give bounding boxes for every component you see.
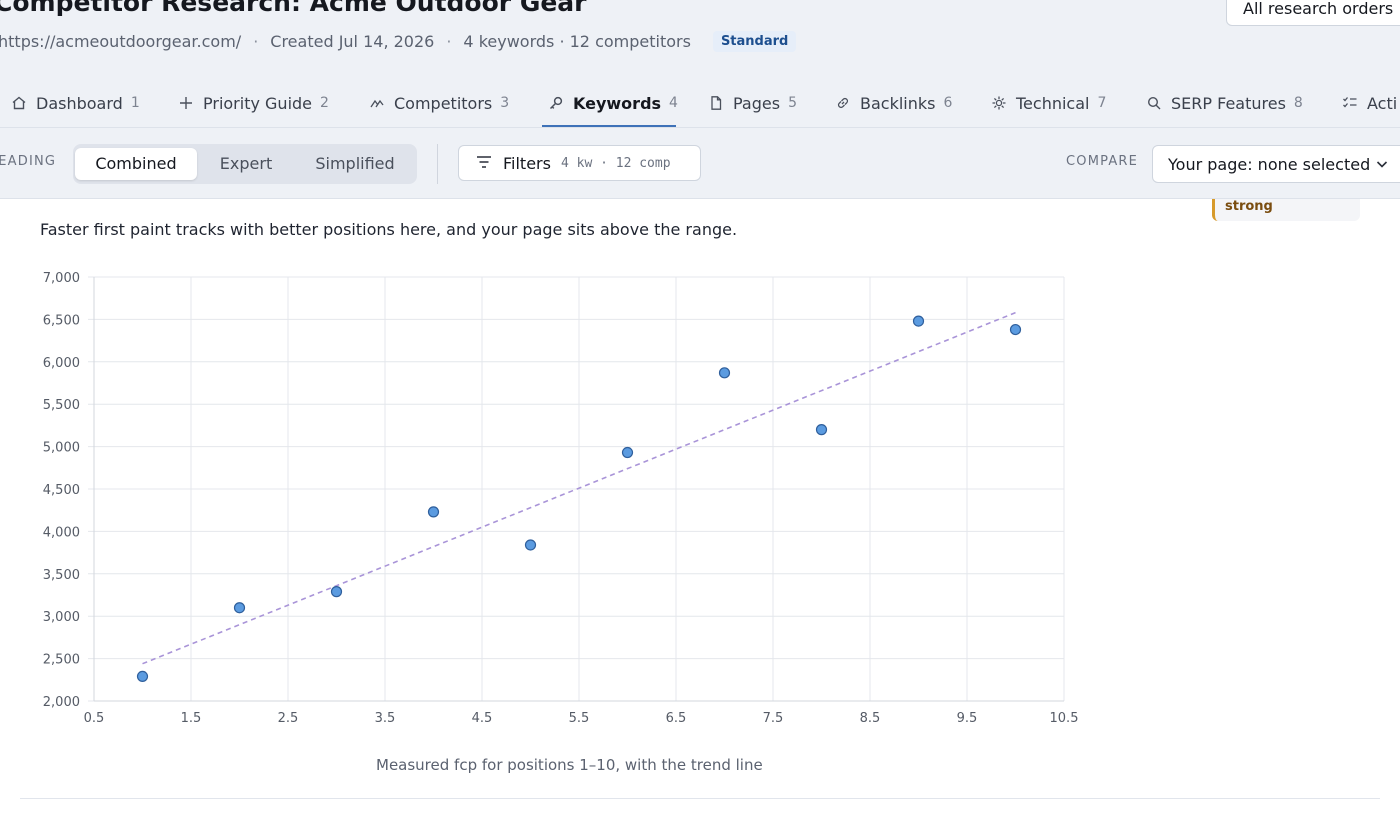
y-tick-label: 7,000 bbox=[43, 271, 80, 286]
data-point bbox=[912, 315, 925, 327]
tab-dashboard[interactable]: Dashboard 1 bbox=[10, 80, 140, 126]
filters-button[interactable]: Filters 4 kw · 12 comp bbox=[458, 145, 701, 181]
x-tick-label: 5.5 bbox=[569, 711, 590, 726]
data-point bbox=[427, 506, 440, 518]
reading-label: READING bbox=[0, 154, 57, 169]
x-tick-label: 1.5 bbox=[181, 711, 202, 726]
strength-chip: strong bbox=[1212, 199, 1360, 221]
x-tick-label: 3.5 bbox=[375, 711, 396, 726]
data-point bbox=[330, 586, 343, 598]
tab-technical[interactable]: Technical 7 bbox=[990, 80, 1106, 126]
tab-number: 6 bbox=[943, 95, 953, 111]
key-icon bbox=[547, 94, 565, 112]
link-icon bbox=[834, 94, 852, 112]
data-point bbox=[524, 539, 537, 551]
tab-number: 5 bbox=[788, 95, 797, 111]
x-tick-label: 7.5 bbox=[763, 711, 784, 726]
tab-backlinks[interactable]: Backlinks 6 bbox=[834, 80, 952, 126]
tab-number: 8 bbox=[1293, 95, 1303, 111]
reading-mode-expert[interactable]: Expert bbox=[197, 148, 295, 180]
fcp-scatter-chart: 0.5 1.5 2.5 3.5 4.5 5.5 6.5 7.5 8.5 9.5 10.5 2,000 2… bbox=[43, 271, 1079, 726]
tab-number: 1 bbox=[130, 95, 140, 111]
tab-label: SERP Features bbox=[1171, 93, 1286, 113]
reading-mode-simplified[interactable]: Simplified bbox=[295, 148, 415, 180]
tab-label: Technical bbox=[1016, 93, 1090, 113]
created-date: Created Jul 14, 2026 bbox=[270, 32, 435, 51]
tab-priority-guide[interactable]: Priority Guide 2 bbox=[177, 80, 329, 126]
data-point bbox=[233, 602, 246, 614]
y-tick-label: 2,500 bbox=[43, 653, 80, 668]
data-point bbox=[815, 424, 828, 436]
reading-mode-combined[interactable]: Combined bbox=[75, 148, 197, 180]
reading-mode-toggle: Combined Expert Simplified bbox=[73, 144, 417, 184]
search-icon bbox=[1145, 94, 1163, 112]
filter-icon bbox=[475, 154, 493, 173]
compare-value: Your page: none selected bbox=[1168, 154, 1371, 174]
section-divider bbox=[20, 798, 1380, 799]
filters-summary: 4 kw · 12 comp bbox=[560, 155, 671, 171]
x-tick-label: 8.5 bbox=[860, 711, 881, 726]
data-point bbox=[136, 670, 149, 683]
tab-competitors[interactable]: Competitors 3 bbox=[368, 80, 509, 126]
chevron-down-icon bbox=[1375, 156, 1389, 175]
x-tick-label: 9.5 bbox=[957, 711, 978, 726]
tab-actions[interactable]: Acti bbox=[1341, 80, 1397, 126]
tab-label: Keywords bbox=[573, 93, 662, 113]
header-band: Competitor Research: Acme Outdoor Gear h… bbox=[0, 0, 1400, 199]
x-tick-label: 10.5 bbox=[1050, 711, 1079, 726]
page-meta: https://acmeoutdoorgear.com/ · Created J… bbox=[0, 31, 797, 52]
tab-number: 3 bbox=[500, 95, 510, 111]
home-icon bbox=[10, 94, 28, 112]
checklist-icon bbox=[1341, 94, 1359, 112]
compare-select[interactable]: Your page: none selected bbox=[1152, 145, 1400, 183]
data-point bbox=[1009, 323, 1022, 336]
page-icon bbox=[707, 94, 725, 112]
y-tick-label: 5,000 bbox=[43, 441, 80, 456]
y-tick-label: 3,000 bbox=[43, 610, 80, 625]
tier-badge: Standard bbox=[712, 31, 797, 52]
y-tick-label: 6,000 bbox=[43, 356, 80, 371]
competitors-icon bbox=[368, 94, 386, 112]
plus-icon bbox=[177, 94, 195, 112]
y-tick-label: 4,000 bbox=[43, 525, 80, 540]
tab-label: Competitors bbox=[394, 93, 493, 113]
chart-caption: Measured fcp for positions 1–10, with th… bbox=[376, 756, 763, 774]
x-tick-label: 4.5 bbox=[472, 711, 493, 726]
compare-label: COMPARE bbox=[1066, 154, 1139, 169]
all-research-orders-button[interactable]: All research orders bbox=[1226, 0, 1400, 26]
tab-label: Priority Guide bbox=[203, 93, 313, 113]
y-tick-label: 5,500 bbox=[43, 398, 80, 413]
y-tick-label: 6,500 bbox=[43, 313, 80, 328]
y-tick-label: 3,500 bbox=[43, 568, 80, 583]
research-counts: 4 keywords · 12 competitors bbox=[463, 32, 691, 51]
gear-icon bbox=[990, 94, 1008, 112]
site-url[interactable]: https://acmeoutdoorgear.com/ bbox=[0, 32, 241, 51]
x-tick-label: 0.5 bbox=[84, 711, 105, 726]
y-tick-label: 4,500 bbox=[43, 483, 80, 498]
tabs-divider bbox=[0, 127, 1400, 128]
meta-separator: · bbox=[253, 32, 259, 51]
tab-label: Pages bbox=[733, 93, 781, 113]
tab-number: 4 bbox=[669, 95, 678, 111]
tab-serp-features[interactable]: SERP Features 8 bbox=[1145, 80, 1303, 126]
page-title: Competitor Research: Acme Outdoor Gear bbox=[0, 0, 587, 17]
data-point bbox=[718, 367, 731, 379]
x-tick-label: 6.5 bbox=[666, 711, 687, 726]
meta-separator: · bbox=[446, 32, 452, 51]
tab-number: 7 bbox=[1097, 95, 1107, 111]
tab-keywords[interactable]: Keywords 4 bbox=[547, 80, 678, 126]
data-point bbox=[621, 446, 634, 459]
filters-label: Filters bbox=[503, 153, 551, 173]
tab-pages[interactable]: Pages 5 bbox=[707, 80, 797, 126]
tab-label: Backlinks bbox=[860, 93, 936, 113]
x-tick-label: 2.5 bbox=[278, 711, 299, 726]
tab-label: Dashboard bbox=[36, 93, 123, 113]
controls-divider bbox=[437, 144, 438, 184]
tab-number: 2 bbox=[320, 95, 329, 111]
y-tick-label: 2,000 bbox=[43, 695, 80, 710]
tab-bar: Dashboard 1 Priority Guide 2 Competitors 3 … bbox=[0, 80, 1400, 126]
tab-label: Acti bbox=[1367, 93, 1398, 113]
chart-summary: Faster first paint tracks with better po… bbox=[40, 220, 738, 239]
